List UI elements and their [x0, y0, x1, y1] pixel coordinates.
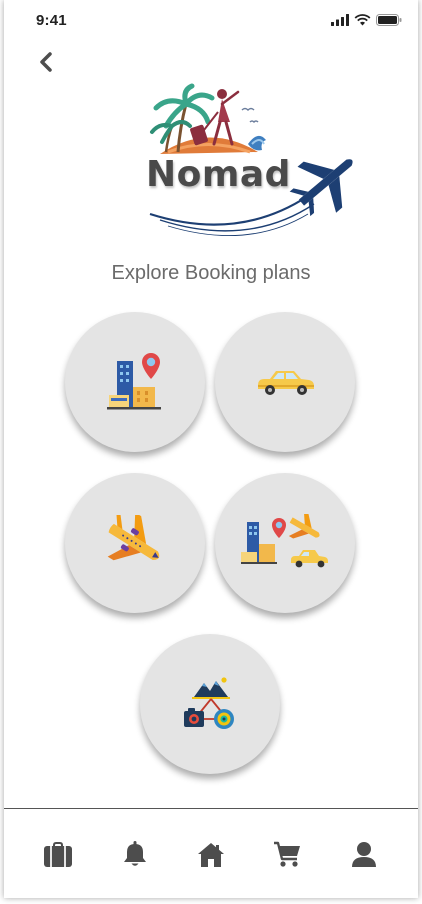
sightseeing-camera-icon — [184, 677, 234, 729]
flight-booking-button[interactable] — [65, 473, 205, 613]
hotel-location-icon — [107, 353, 161, 410]
package-combo-icon — [241, 514, 328, 568]
status-bar: 9:41 — [4, 0, 418, 44]
chevron-left-icon — [40, 52, 52, 72]
app-screen: 9:41 Nomad Explore Booking plans — [4, 0, 418, 898]
airplane-icon — [107, 515, 160, 561]
status-time: 9:41 — [36, 12, 67, 29]
page-subtitle: Explore Booking plans — [111, 262, 311, 284]
nav-item-trips[interactable] — [38, 834, 78, 874]
taxi-car-icon — [258, 371, 314, 395]
taxi-booking-button[interactable] — [215, 312, 355, 452]
logo-text: Nomad — [146, 154, 291, 195]
nav-item-home[interactable] — [191, 834, 231, 874]
battery-icon — [376, 14, 402, 26]
sightseeing-booking-button[interactable] — [140, 634, 280, 774]
briefcase-icon — [44, 841, 73, 867]
cart-icon — [274, 841, 301, 867]
nav-item-cart[interactable] — [267, 834, 307, 874]
user-icon — [351, 841, 376, 867]
hotel-booking-button[interactable] — [65, 312, 205, 452]
nav-item-profile[interactable] — [344, 834, 384, 874]
bell-icon — [123, 840, 146, 866]
home-icon — [197, 842, 224, 867]
status-icons — [331, 14, 402, 26]
wifi-icon — [354, 14, 371, 26]
signal-icon — [331, 14, 349, 26]
nav-item-notifications[interactable] — [115, 834, 155, 874]
back-button[interactable] — [32, 48, 60, 76]
package-booking-button[interactable] — [215, 473, 355, 613]
bottom-nav — [4, 809, 418, 898]
nomad-logo: Nomad — [138, 82, 362, 242]
